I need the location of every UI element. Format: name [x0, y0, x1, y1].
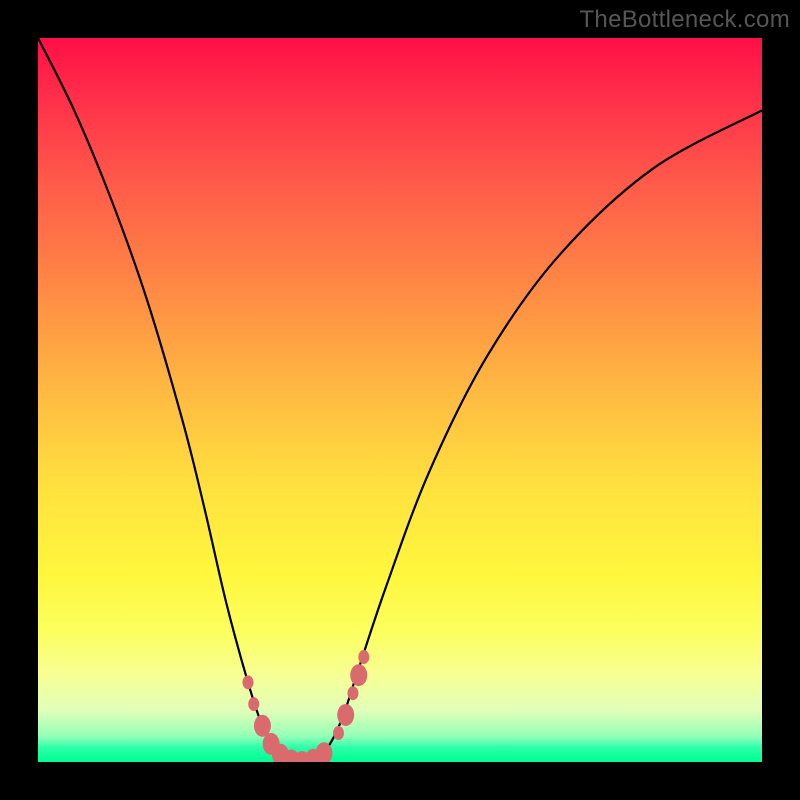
watermark-label: TheBottleneck.com: [579, 6, 790, 34]
plot-area: [38, 38, 762, 762]
chart-frame: TheBottleneck.com: [0, 0, 800, 800]
data-markers: [242, 650, 369, 762]
data-marker: [350, 664, 367, 686]
data-marker: [242, 675, 253, 689]
chart-svg: [38, 38, 762, 762]
data-marker: [248, 697, 259, 711]
data-marker: [358, 650, 369, 664]
data-marker: [347, 686, 358, 700]
bottleneck-curve: [38, 38, 762, 762]
data-marker: [337, 704, 354, 726]
data-marker: [333, 726, 344, 740]
